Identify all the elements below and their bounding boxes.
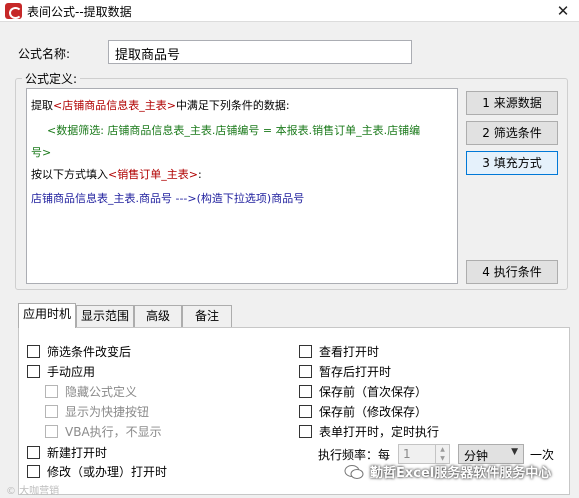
watermark-text: 勤哲Excel服务器软件服务中心: [370, 466, 552, 481]
option-label: 隐藏公式定义: [65, 384, 138, 399]
frequency-unit-value: 分钟: [464, 449, 489, 463]
definition-group-label: 公式定义:: [22, 70, 81, 87]
tab-apply-time[interactable]: 应用时机: [18, 303, 76, 328]
option-filter-changed[interactable]: 筛选条件改变后: [27, 343, 131, 359]
option-hide-formula[interactable]: 隐藏公式定义: [45, 383, 137, 399]
option-label: 新建打开时: [47, 445, 108, 460]
option-before-save-modify[interactable]: 保存前（修改保存）: [299, 403, 427, 419]
option-view-open[interactable]: 查看打开时: [299, 343, 379, 359]
definition-line-1-suffix: 中满足下列条件的数据:: [175, 99, 290, 112]
window-title: 表间公式--提取数据: [27, 5, 132, 19]
option-label: 查看打开时: [319, 344, 380, 359]
execute-condition-button[interactable]: 4 执行条件: [466, 260, 558, 284]
checkbox[interactable]: [299, 424, 312, 438]
option-label: 表单打开时，定时执行: [319, 424, 440, 439]
checkbox[interactable]: [45, 404, 58, 418]
option-draft-open[interactable]: 暂存后打开时: [299, 363, 391, 379]
definition-line-4-prefix: 按以下方式填入: [31, 168, 108, 181]
frequency-stepper[interactable]: 1 ▲ ▼: [398, 444, 450, 464]
fill-mapping-token[interactable]: 店铺商品信息表_主表.商品号 --->(构造下拉选项)商品号: [31, 190, 304, 206]
tab-notes[interactable]: 备注: [182, 305, 232, 327]
frequency-label: 执行频率：每: [318, 448, 391, 462]
tab-display-scope[interactable]: 显示范围: [76, 305, 134, 327]
close-button[interactable]: ✕: [552, 1, 574, 21]
checkbox[interactable]: [299, 384, 312, 398]
option-label: 暂存后打开时: [319, 364, 392, 379]
chevron-down-icon: ▼: [511, 447, 518, 457]
frequency-value: 1: [403, 447, 411, 461]
option-label: 筛选条件改变后: [47, 344, 132, 359]
checkbox[interactable]: [27, 364, 40, 378]
formula-definition-editor[interactable]: 提取<店铺商品信息表_主表>中满足下列条件的数据: <数据筛选: 店铺商品信息表…: [26, 88, 458, 284]
checkbox[interactable]: [299, 404, 312, 418]
checkbox[interactable]: [27, 344, 40, 358]
source-table-token[interactable]: <店铺商品信息表_主表>: [53, 99, 176, 112]
tab-advanced[interactable]: 高级: [134, 305, 182, 327]
frequency-unit-select[interactable]: 分钟 ▼: [458, 444, 524, 464]
option-manual-apply[interactable]: 手动应用: [27, 363, 95, 379]
frequency-suffix: 一次: [530, 448, 555, 462]
app-logo-icon: [5, 3, 22, 19]
filter-condition-button[interactable]: 2 筛选条件: [466, 121, 558, 145]
target-table-token[interactable]: <销售订单_主表>: [108, 168, 198, 181]
definition-line-4-suffix: :: [197, 168, 202, 181]
checkbox[interactable]: [299, 364, 312, 378]
fill-method-button[interactable]: 3 填充方式: [466, 151, 558, 175]
checkbox[interactable]: [27, 445, 40, 459]
option-label: 手动应用: [47, 364, 96, 379]
option-label: 保存前（首次保存）: [319, 384, 428, 399]
option-label: 显示为快捷按钮: [65, 404, 150, 419]
option-show-shortcut[interactable]: 显示为快捷按钮: [45, 403, 149, 419]
option-label: 保存前（修改保存）: [319, 404, 428, 419]
option-modify-open[interactable]: 修改（或办理）打开时: [27, 463, 167, 479]
formula-name-label: 公式名称:: [18, 47, 71, 61]
stepper-arrows-icon[interactable]: ▲ ▼: [435, 445, 449, 463]
corner-watermark: © 大咖营销: [6, 486, 60, 497]
definition-line-4: 按以下方式填入<销售订单_主表>:: [31, 166, 202, 182]
checkbox[interactable]: [27, 464, 40, 478]
definition-line-1-prefix: 提取: [31, 99, 53, 112]
option-before-save-first[interactable]: 保存前（首次保存）: [299, 383, 427, 399]
option-label: 修改（或办理）打开时: [47, 464, 168, 479]
filter-condition-token[interactable]: <数据筛选: 店铺商品信息表_主表.店铺编号 = 本报表.销售订单_主表.店铺编: [47, 122, 420, 138]
option-form-open-timer[interactable]: 表单打开时，定时执行: [299, 423, 439, 439]
checkbox[interactable]: [45, 384, 58, 398]
option-label: VBA执行，不显示: [65, 424, 162, 439]
checkbox[interactable]: [299, 344, 312, 358]
checkbox[interactable]: [45, 424, 58, 438]
option-vba-hidden[interactable]: VBA执行，不显示: [45, 423, 162, 439]
definition-line-1: 提取<店铺商品信息表_主表>中满足下列条件的数据:: [31, 97, 290, 113]
option-new-open[interactable]: 新建打开时: [27, 444, 107, 460]
source-data-button[interactable]: 1 来源数据: [466, 91, 558, 115]
formula-name-input[interactable]: 提取商品号: [108, 40, 412, 64]
wechat-icon: [344, 465, 364, 479]
filter-condition-token-cont[interactable]: 号>: [31, 144, 51, 160]
